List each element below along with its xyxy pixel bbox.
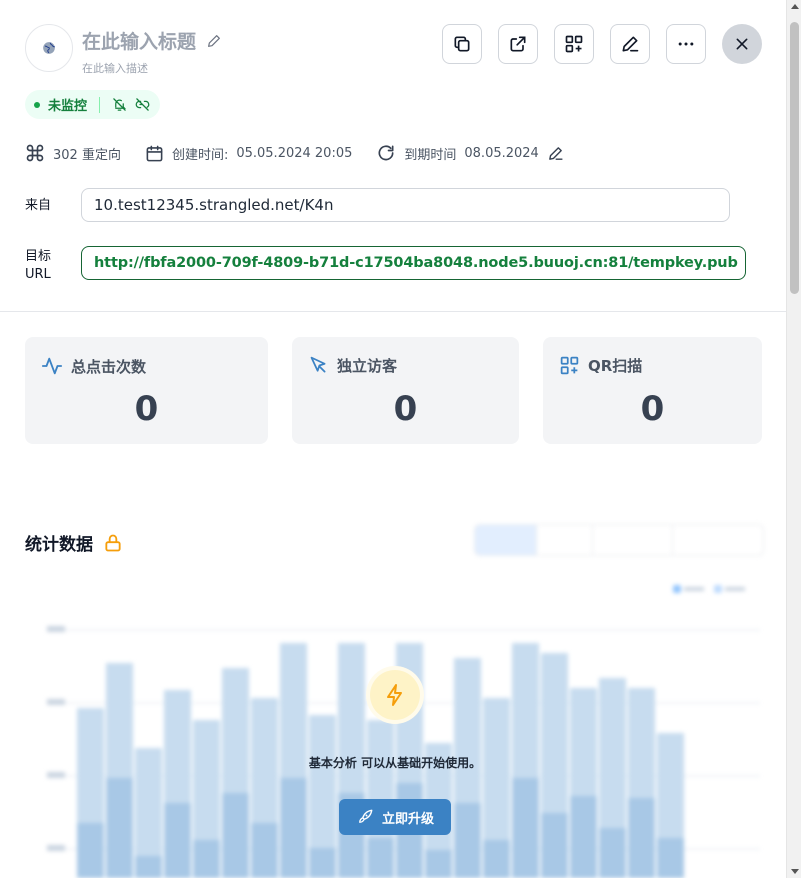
refresh-icon [378,145,394,161]
tab-range-2[interactable] [537,525,593,555]
legend-item-1 [673,585,704,593]
bell-off-icon[interactable] [112,97,127,112]
redirect-type: 302 重定向 [25,143,121,163]
upgrade-button[interactable]: 立即升级 [339,799,451,835]
preview-bar-inner [135,856,162,878]
preview-bar-inner [193,840,220,878]
created-at: 创建时间: 05.05.2024 20:05 [145,144,352,163]
created-value: 05.05.2024 20:05 [236,145,353,161]
lightning-icon [387,684,402,706]
stat-value: 0 [134,389,159,429]
preview-bar-inner [483,840,510,878]
preview-tick-placeholder [47,626,65,632]
page-title[interactable]: 在此输入标题 [82,27,196,54]
target-url-value: http://fbfa2000-709f-4809-b71d-c17504ba8… [94,255,738,271]
lock-icon [105,534,121,551]
preview-tick-placeholder [47,845,65,851]
stats-section-title: 统计数据 [25,530,123,555]
open-link-button[interactable] [498,24,538,64]
copy-button[interactable] [442,24,482,64]
time-range-tabs [474,524,764,556]
scroll-down-arrow[interactable] [791,869,799,874]
title-block: 在此输入标题 在此输入描述 [82,27,222,76]
link-details-modal: 在此输入标题 在此输入描述 未监控 302 重定向 创建时间: 05.05.20… [0,0,786,878]
section-divider [0,311,786,312]
expiry-label: 到期时间 [404,147,457,163]
preview-bar-inner [425,850,452,878]
status-label: 未监控 [48,99,88,114]
preview-bar-inner [657,838,684,878]
target-label: 目标 URL [25,248,51,284]
globe-icon [43,42,55,54]
cursor-icon [310,356,326,373]
qr-code-button[interactable] [554,24,594,64]
created-label: 创建时间: [171,147,229,163]
scroll-up-arrow[interactable] [791,4,799,9]
more-button[interactable] [666,24,706,64]
upgrade-button-label: 立即升级 [381,811,434,827]
stat-label: 独立访客 [337,357,398,375]
pencil-icon[interactable] [206,33,222,49]
stat-card-qr-scans: QR扫描 0 [543,337,762,444]
tab-range-1[interactable] [475,525,537,555]
external-link-icon [510,36,526,52]
source-url-value: 10.test12345.strangled.net/K4n [94,196,334,214]
expiry-value: 08.05.2024 [464,145,539,161]
action-toolbar [442,24,706,64]
preview-bar-inner [309,848,336,878]
tab-range-3[interactable] [593,525,673,555]
stat-card-total-clicks: 总点击次数 0 [25,337,268,444]
rocket-icon [359,809,373,823]
meta-row: 302 重定向 创建时间: 05.05.2024 20:05 到期时间 08.0… [25,143,588,163]
preview-bar-inner [599,828,626,878]
page-description[interactable]: 在此输入描述 [82,60,222,76]
stat-value: 0 [393,389,418,429]
edit-expiry-icon[interactable] [547,145,564,162]
target-label-line1: 目标 [25,249,52,264]
close-button[interactable] [722,24,762,64]
stat-label: 总点击次数 [71,357,147,376]
upgrade-badge [370,670,420,720]
calendar-icon [146,145,163,161]
tab-range-4[interactable] [673,525,763,555]
target-url-field[interactable]: http://fbfa2000-709f-4809-b71d-c17504ba8… [81,246,746,280]
pill-divider [99,96,101,113]
redirect-label: 302 重定向 [53,147,121,163]
copy-icon [454,36,470,52]
upgrade-overlay: 基本分析 可以从基础开始使用。 立即升级 [25,670,765,835]
upgrade-message: 基本分析 可以从基础开始使用。 [308,756,482,770]
qr-code-icon [560,356,579,375]
stat-value: 0 [640,389,665,429]
edit-button[interactable] [610,24,650,64]
pen-icon [622,36,639,52]
section-title-text: 统计数据 [25,535,93,555]
close-icon [736,38,748,50]
source-url-field[interactable]: 10.test12345.strangled.net/K4n [81,188,730,222]
favicon [25,24,73,72]
stat-card-unique-visitors: 独立访客 0 [292,337,519,444]
chart-legend [673,585,745,593]
activity-icon [41,357,63,375]
command-icon [26,144,44,162]
stat-label: QR扫描 [588,357,643,375]
source-label: 来自 [25,198,52,213]
status-dot [34,101,40,108]
scroll-thumb[interactable] [790,22,799,294]
link-off-icon[interactable] [135,97,150,112]
expiry: 到期时间 08.05.2024 [376,143,563,163]
qr-code-plus-icon [565,35,583,53]
monitoring-status-badge[interactable]: 未监控 [25,90,161,119]
target-label-line2: URL [25,267,51,282]
preview-bar-inner [367,838,394,878]
legend-item-2 [714,585,745,593]
vertical-scrollbar[interactable] [786,0,801,878]
more-horizontal-icon [678,42,694,46]
